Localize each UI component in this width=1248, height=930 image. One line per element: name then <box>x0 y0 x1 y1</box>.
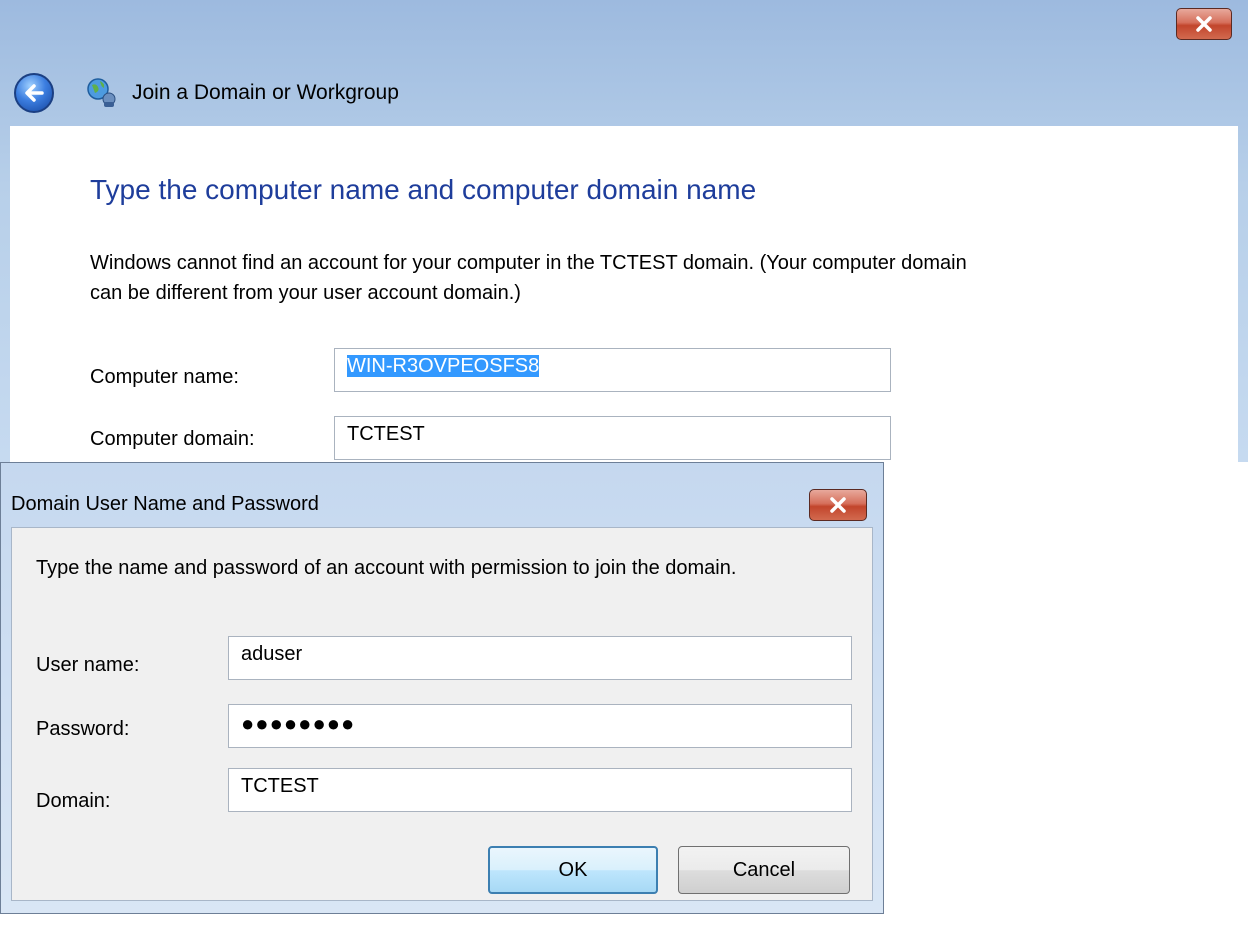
password-input[interactable]: ●●●●●●●● <box>228 704 852 748</box>
computer-name-value: WIN-R3OVPEOSFS8 <box>347 355 540 377</box>
dialog-title: Domain User Name and Password <box>11 493 319 515</box>
page-description: Windows cannot find an account for your … <box>90 252 967 304</box>
close-icon <box>1196 16 1212 32</box>
dialog-close-button[interactable] <box>809 489 867 521</box>
window-close-button[interactable] <box>1176 8 1232 40</box>
window-title: Join a Domain or Workgroup <box>132 81 399 104</box>
dialog-instruction: Type the name and password of an account… <box>36 557 737 579</box>
window-header: Join a Domain or Workgroup <box>14 70 399 116</box>
back-button[interactable] <box>14 73 54 113</box>
password-label: Password: <box>36 718 130 740</box>
domain-input[interactable]: TCTEST <box>228 768 852 812</box>
close-icon <box>830 497 846 513</box>
page-heading: Type the computer name and computer doma… <box>90 174 757 205</box>
username-label: User name: <box>36 654 140 676</box>
domain-label: Domain: <box>36 790 111 812</box>
computer-name-label: Computer name: <box>90 366 239 388</box>
wizard-content: Type the computer name and computer doma… <box>10 126 1238 462</box>
credentials-dialog: Domain User Name and Password Type the n… <box>0 462 884 914</box>
username-input[interactable]: aduser <box>228 636 852 680</box>
computer-domain-input[interactable]: TCTEST <box>334 416 891 460</box>
computer-domain-label: Computer domain: <box>90 428 255 450</box>
dialog-body: Type the name and password of an account… <box>11 527 873 901</box>
network-globe-icon <box>87 78 116 107</box>
ok-button[interactable]: OK <box>488 846 658 894</box>
computer-name-input[interactable]: WIN-R3OVPEOSFS8 <box>334 348 891 392</box>
join-domain-window: Join a Domain or Workgroup Type the comp… <box>0 0 1248 462</box>
back-arrow-icon <box>25 84 44 102</box>
cancel-button[interactable]: Cancel <box>678 846 850 894</box>
